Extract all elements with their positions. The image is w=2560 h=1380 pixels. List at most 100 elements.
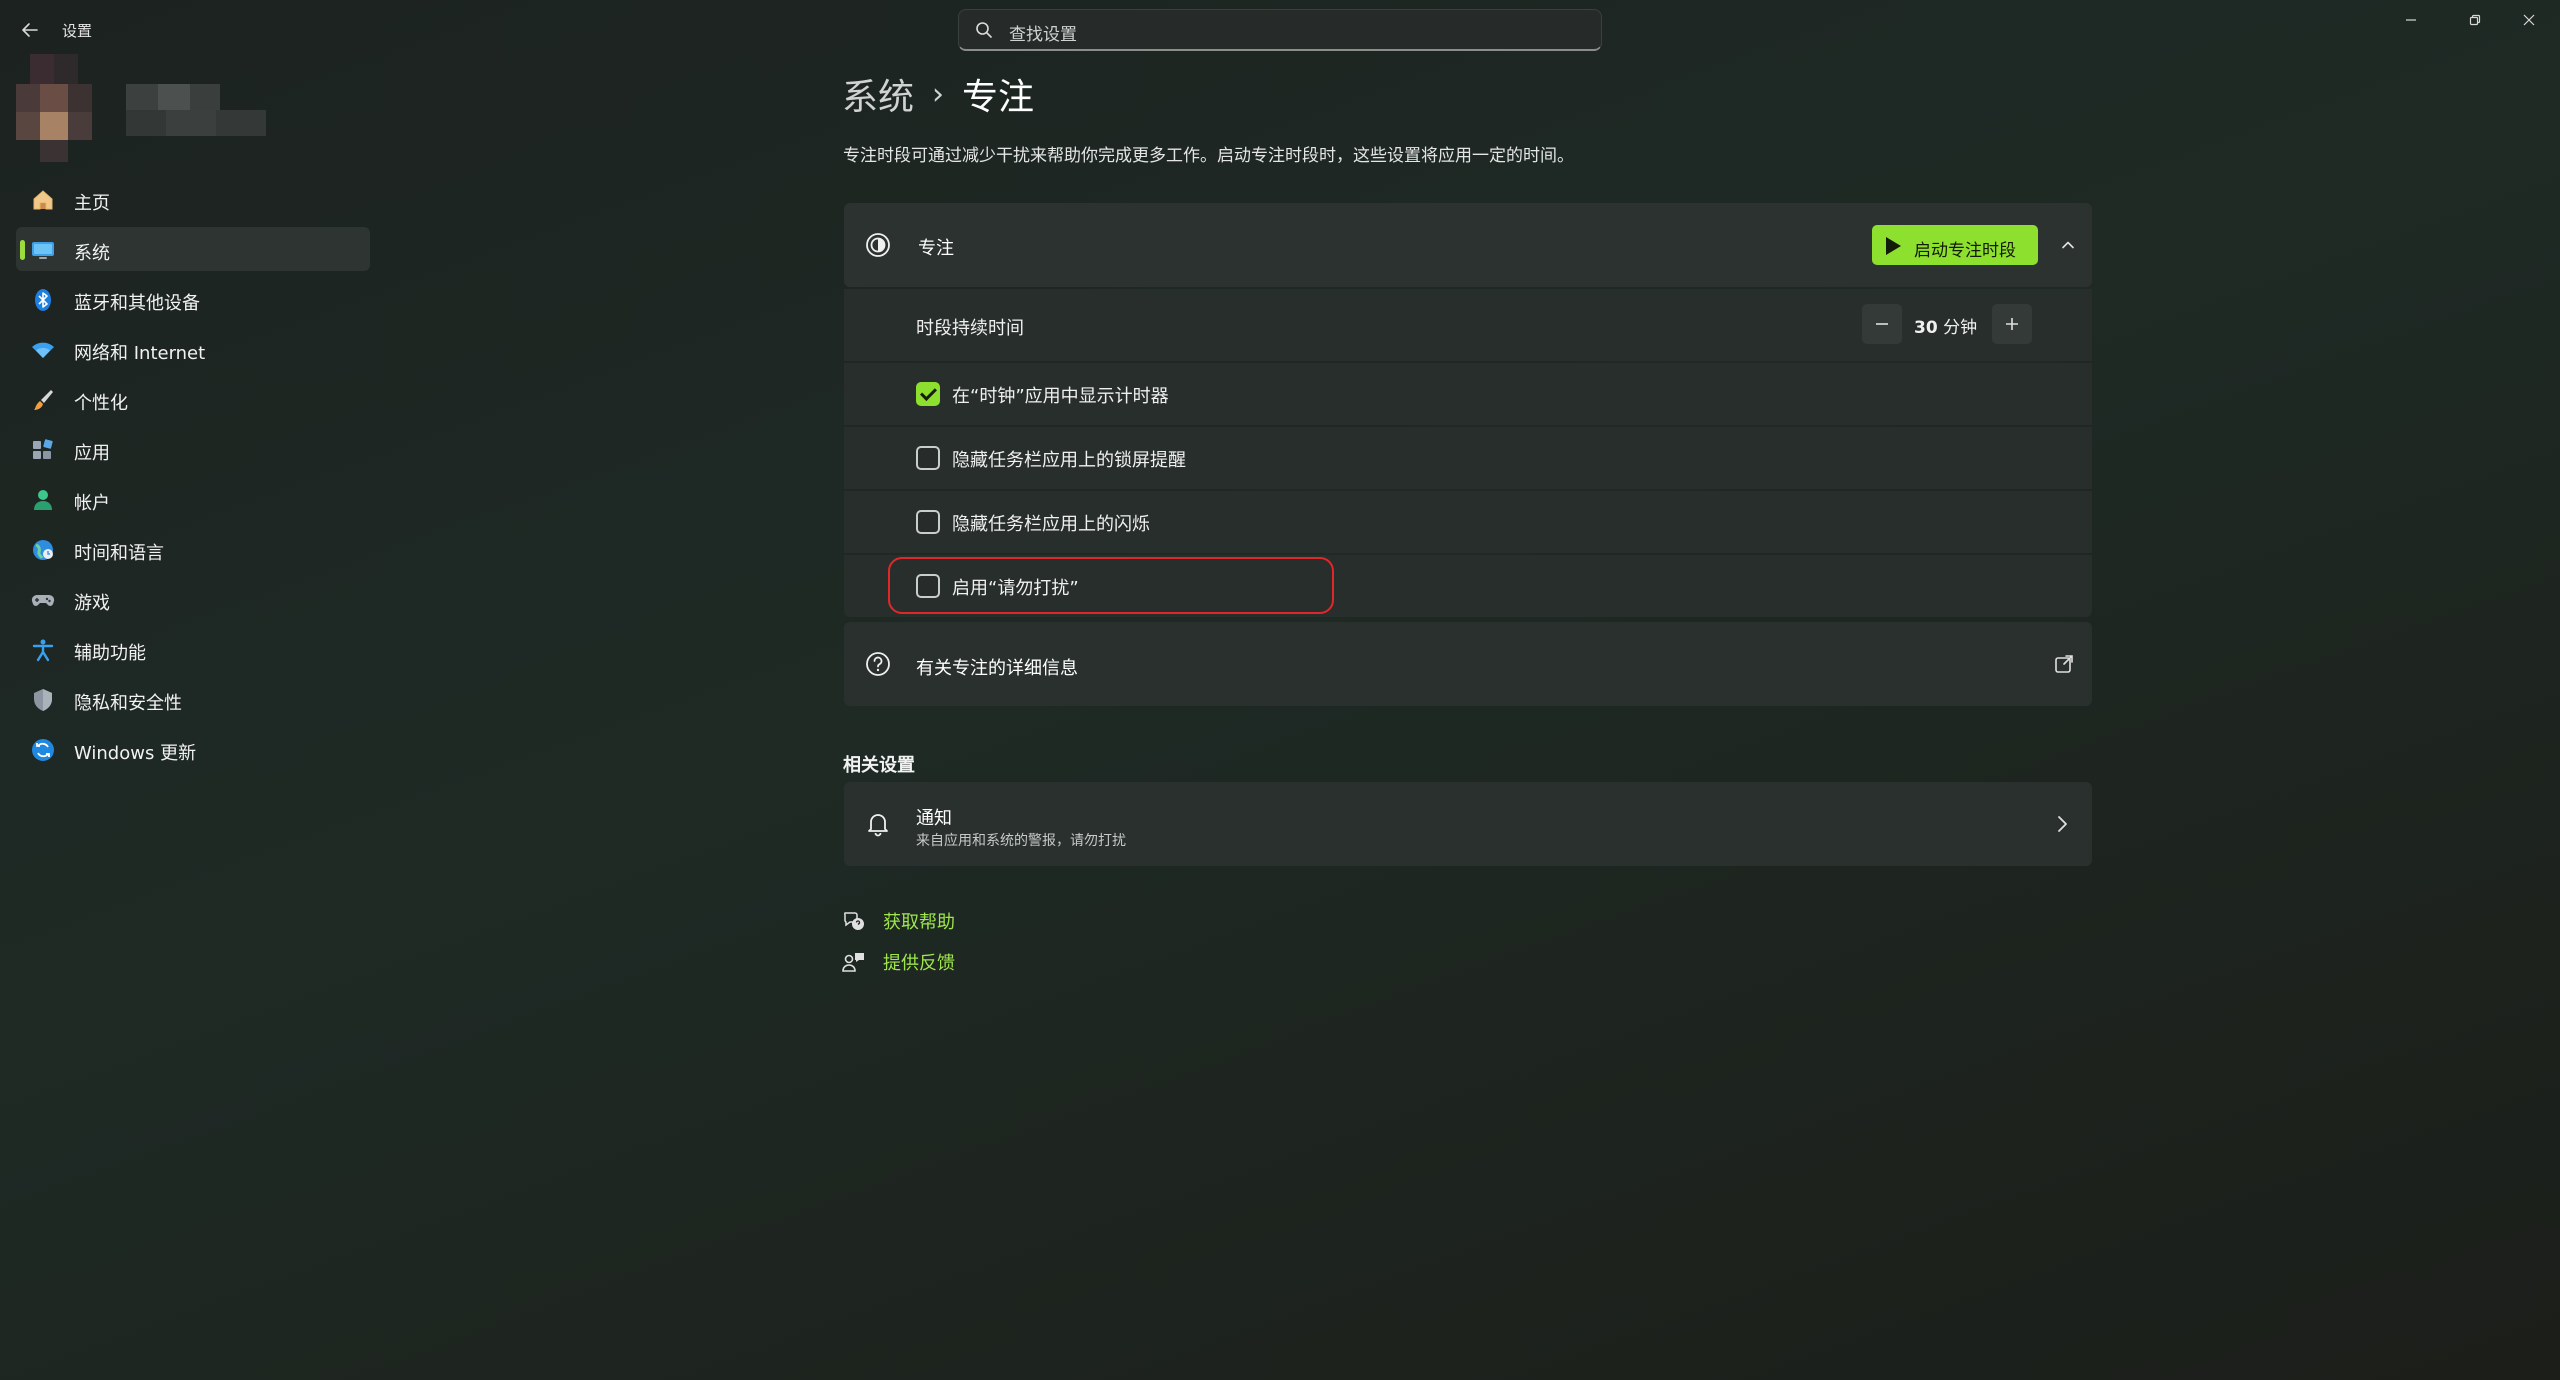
hide-badges-checkbox[interactable] [916, 446, 940, 470]
page-description: 专注时段可通过减少干扰来帮助你完成更多工作。启动专注时段时，这些设置将应用一定的… [843, 146, 1574, 166]
sidebar-item-label: 帐户 [74, 493, 110, 514]
sidebar-item-bluetooth[interactable]: 蓝牙和其他设备 [16, 277, 370, 321]
accessibility-icon [30, 637, 56, 663]
give-feedback-link[interactable]: 提供反馈 [842, 947, 955, 977]
focus-info-link-card[interactable]: 有关专注的详细信息 [844, 622, 2092, 706]
sidebar-item-accounts[interactable]: 帐户 [16, 477, 370, 521]
user-name-blurred [126, 84, 276, 144]
wifi-icon [30, 337, 56, 363]
option-label: 隐藏任务栏应用上的锁屏提醒 [952, 450, 1186, 471]
sidebar-item-home[interactable]: 主页 [16, 177, 370, 221]
search-input[interactable]: 查找设置 [958, 9, 1602, 51]
title-bar: 设置 查找设置 [0, 0, 2560, 60]
sidebar-item-label: 个性化 [74, 393, 128, 414]
session-duration-row: 时段持续时间 30 分钟 [844, 289, 2092, 361]
increase-duration-button[interactable] [1992, 304, 2032, 344]
sidebar-item-label: 系统 [74, 243, 110, 264]
sidebar-item-personalization[interactable]: 个性化 [16, 377, 370, 421]
close-button[interactable] [2506, 6, 2552, 34]
chevron-right-icon [2058, 816, 2067, 832]
app-title: 设置 [62, 22, 93, 40]
search-icon [976, 22, 992, 38]
give-feedback-label: 提供反馈 [883, 953, 955, 974]
breadcrumb-parent[interactable]: 系统 [842, 68, 914, 120]
sidebar-item-label: 游戏 [74, 593, 110, 614]
focus-card-header[interactable]: 专注 启动专注时段 [844, 203, 2092, 287]
red-highlight-outline [888, 557, 1334, 614]
option-label: 在“时钟”应用中显示计时器 [952, 386, 1169, 407]
decrease-duration-button[interactable] [1862, 304, 1902, 344]
minus-icon [1876, 323, 1888, 325]
focus-label: 专注 [918, 238, 954, 259]
sidebar-item-label: 网络和 Internet [74, 343, 206, 364]
sidebar-item-windows-update[interactable]: Windows 更新 [16, 727, 370, 771]
avatar [16, 54, 116, 164]
duration-unit: 分钟 [1943, 318, 1978, 338]
collapse-button[interactable] [2052, 229, 2084, 261]
start-focus-session-button[interactable]: 启动专注时段 [1872, 225, 2038, 265]
globe-icon [30, 537, 56, 563]
sidebar-item-gaming[interactable]: 游戏 [16, 577, 370, 621]
feedback-icon [842, 953, 864, 972]
search-placeholder: 查找设置 [1009, 25, 1077, 45]
duration-value: 30 分钟 [1914, 313, 1977, 338]
get-help-link[interactable]: 获取帮助 [842, 906, 955, 936]
back-button[interactable] [16, 16, 44, 44]
sidebar-item-label: 时间和语言 [74, 543, 164, 564]
brush-icon [30, 387, 56, 413]
sidebar-item-privacy[interactable]: 隐私和安全性 [16, 677, 370, 721]
sidebar-item-apps[interactable]: 应用 [16, 427, 370, 471]
sidebar-item-label: 隐私和安全性 [74, 693, 182, 714]
related-settings-heading: 相关设置 [843, 755, 915, 776]
sidebar-item-accessibility[interactable]: 辅助功能 [16, 627, 370, 671]
user-profile[interactable] [16, 54, 272, 164]
play-icon [1886, 237, 1901, 255]
show-timer-checkbox[interactable] [916, 382, 940, 406]
shield-icon [30, 687, 56, 713]
notifications-link-card[interactable]: 通知 来自应用和系统的警报，请勿打扰 [844, 782, 2092, 866]
breadcrumb-separator: › [932, 76, 945, 112]
sidebar-item-time-language[interactable]: 时间和语言 [16, 527, 370, 571]
bell-icon [868, 814, 888, 837]
notifications-title: 通知 [916, 808, 952, 829]
page-title: 专注 [962, 77, 1035, 118]
option-label: 隐藏任务栏应用上的闪烁 [952, 514, 1150, 535]
help-chat-icon [843, 912, 864, 930]
plus-icon [2006, 318, 2018, 330]
bluetooth-icon [30, 287, 56, 313]
sidebar-item-system[interactable]: 系统 [16, 227, 370, 271]
update-icon [30, 737, 56, 763]
apps-icon [30, 437, 56, 463]
duration-label: 时段持续时间 [916, 318, 1024, 339]
account-icon [30, 487, 56, 513]
minimize-icon [2406, 19, 2416, 21]
get-help-label: 获取帮助 [883, 912, 955, 933]
start-button-label: 启动专注时段 [1914, 241, 2016, 261]
sidebar-item-label: Windows 更新 [74, 743, 197, 764]
chevron-up-icon [2062, 241, 2074, 249]
arrow-left-icon [22, 23, 38, 37]
home-icon [30, 187, 56, 213]
breadcrumb: 系统 › 专注 [842, 68, 1034, 120]
sidebar-nav: 主页 系统 蓝牙和其他设备 网络和 Internet 个性化 应用 帐户 时间和… [16, 177, 370, 777]
restore-icon [2469, 14, 2481, 26]
duration-number: 30 [1914, 318, 1938, 338]
external-link-icon [2055, 655, 2073, 673]
restore-button[interactable] [2452, 6, 2498, 34]
option-hide-badges-row[interactable]: 隐藏任务栏应用上的锁屏提醒 [844, 427, 2092, 489]
gamepad-icon [30, 587, 56, 613]
option-show-timer-row[interactable]: 在“时钟”应用中显示计时器 [844, 363, 2092, 425]
option-hide-flashing-row[interactable]: 隐藏任务栏应用上的闪烁 [844, 491, 2092, 553]
sidebar-item-label: 蓝牙和其他设备 [74, 293, 200, 314]
close-icon [2523, 14, 2535, 26]
notifications-subtitle: 来自应用和系统的警报，请勿打扰 [916, 833, 1126, 849]
help-circle-icon [866, 652, 890, 676]
hide-flashing-checkbox[interactable] [916, 510, 940, 534]
sidebar-item-label: 主页 [74, 193, 110, 214]
selection-indicator [20, 240, 25, 260]
focus-icon [866, 233, 890, 257]
system-icon [30, 237, 56, 263]
sidebar-item-network[interactable]: 网络和 Internet [16, 327, 370, 371]
sidebar-item-label: 辅助功能 [74, 643, 146, 664]
minimize-button[interactable] [2388, 6, 2434, 34]
